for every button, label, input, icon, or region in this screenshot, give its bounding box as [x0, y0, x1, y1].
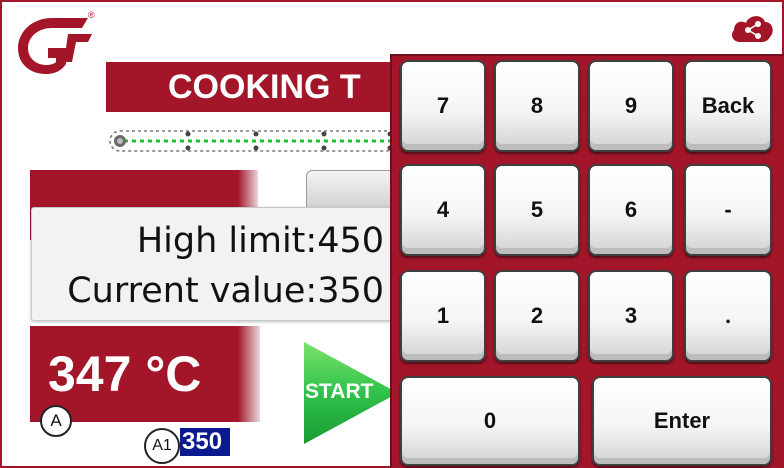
key-1[interactable]: 1: [400, 270, 486, 362]
start-label: START: [305, 380, 374, 403]
high-limit-text: High limit:450: [136, 221, 384, 261]
preset-button[interactable]: [306, 170, 398, 212]
page-title: COOKING T: [106, 62, 406, 112]
key-minus[interactable]: -: [684, 164, 772, 256]
key-decimal[interactable]: .: [684, 270, 772, 362]
key-8[interactable]: 8: [494, 60, 580, 152]
key-back[interactable]: Back: [684, 60, 772, 152]
key-4[interactable]: 4: [400, 164, 486, 256]
key-7[interactable]: 7: [400, 60, 486, 152]
limit-tooltip: High limit:450 Current value:350: [31, 207, 393, 321]
key-6[interactable]: 6: [588, 164, 674, 256]
registered-mark: ®: [88, 10, 95, 20]
key-9[interactable]: 9: [588, 60, 674, 152]
key-3[interactable]: 3: [588, 270, 674, 362]
value-readout: 350: [180, 428, 230, 456]
current-temperature-value: 347 °C: [48, 346, 202, 402]
annotation-marker-a: A: [40, 405, 72, 437]
cooking-progress-stepper: [109, 130, 397, 152]
numeric-keypad: 7 8 9 Back 4 5 6 - 1 2 3 . 0 Enter: [390, 54, 784, 468]
annotation-marker-a1: A1: [144, 428, 180, 464]
key-5[interactable]: 5: [494, 164, 580, 256]
current-value-text: Current value:350: [67, 271, 384, 311]
brand-logo: [18, 18, 92, 74]
key-enter[interactable]: Enter: [592, 376, 772, 466]
key-0[interactable]: 0: [400, 376, 580, 466]
key-2[interactable]: 2: [494, 270, 580, 362]
cloud-share-icon[interactable]: [728, 10, 776, 46]
